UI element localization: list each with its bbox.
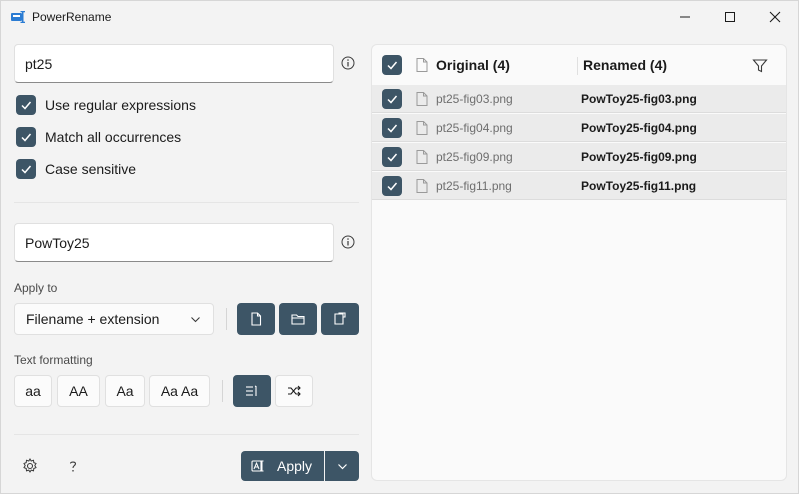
capitalize-label: Aa Aa <box>160 383 199 399</box>
lowercase-button[interactable]: aa <box>14 375 52 407</box>
search-input-value: pt25 <box>25 55 53 72</box>
file-icon <box>416 58 428 72</box>
separator <box>226 308 227 330</box>
checkmark-icon <box>21 165 32 174</box>
uppercase-button[interactable]: AA <box>57 375 100 407</box>
randomize-icon <box>288 385 301 397</box>
row-checkbox[interactable] <box>382 147 402 167</box>
filter-icon[interactable] <box>752 58 768 74</box>
file-icon <box>251 312 262 326</box>
help-icon[interactable] <box>65 458 81 474</box>
uppercase-label: AA <box>69 383 88 399</box>
list-header: Original (4) Renamed (4) <box>372 45 786 85</box>
include-subfolders-button[interactable] <box>321 303 359 335</box>
include-files-button[interactable] <box>237 303 275 335</box>
checkmark-icon <box>387 182 398 191</box>
chevron-down-icon <box>337 463 347 469</box>
row-checkbox[interactable] <box>382 176 402 196</box>
divider <box>14 202 359 203</box>
file-row[interactable]: pt25-fig04.png PowToy25-fig04.png <box>372 114 786 142</box>
randomize-toggle[interactable] <box>275 375 313 407</box>
checkmark-icon <box>21 133 32 142</box>
apply-button[interactable]: Apply <box>241 451 324 481</box>
gear-icon[interactable] <box>22 458 38 474</box>
maximize-button[interactable] <box>707 1 753 33</box>
renamed-filename: PowToy25-fig04.png <box>581 121 697 135</box>
file-list-panel: Original (4) Renamed (4) pt25-fig03.png … <box>371 44 787 481</box>
original-filename: pt25-fig04.png <box>436 121 513 135</box>
checkmark-icon <box>387 153 398 162</box>
text-formatting-label: Text formatting <box>14 353 93 367</box>
checkmark-icon <box>21 101 32 110</box>
case-sensitive-checkbox[interactable]: Case sensitive <box>16 159 136 179</box>
enumerate-items-icon <box>246 385 257 396</box>
separator <box>222 380 223 402</box>
original-filename: pt25-fig11.png <box>436 179 512 193</box>
checkmark-icon <box>387 61 398 70</box>
chevron-down-icon <box>191 317 200 323</box>
file-icon <box>416 179 428 193</box>
checkbox[interactable] <box>16 159 36 179</box>
subfolder-icon <box>334 312 346 325</box>
apply-options-dropdown[interactable] <box>325 451 359 481</box>
replace-input[interactable]: PowToy25 <box>14 223 334 262</box>
checkmark-icon <box>387 124 398 133</box>
maximize-icon <box>725 12 735 22</box>
file-row[interactable]: pt25-fig11.png PowToy25-fig11.png <box>372 172 786 200</box>
include-folders-button[interactable] <box>279 303 317 335</box>
case-sensitive-label: Case sensitive <box>45 161 137 177</box>
row-checkbox[interactable] <box>382 118 402 138</box>
checkbox[interactable] <box>16 95 36 115</box>
original-filename: pt25-fig03.png <box>436 92 513 106</box>
apply-to-dropdown[interactable]: Filename + extension <box>14 303 214 335</box>
original-filename: pt25-fig09.png <box>436 150 513 164</box>
original-column-header[interactable]: Original (4) <box>436 57 510 73</box>
column-separator <box>577 57 578 75</box>
enumerate-items-toggle[interactable] <box>233 375 271 407</box>
lowercase-label: aa <box>25 383 41 399</box>
rename-icon <box>251 460 264 472</box>
replace-input-value: PowToy25 <box>25 234 90 251</box>
match-all-checkbox[interactable]: Match all occurrences <box>16 127 181 147</box>
powerrename-window: PowerRename pt25 Use regular expressions… <box>0 0 799 494</box>
use-regex-checkbox[interactable]: Use regular expressions <box>16 95 196 115</box>
minimize-icon <box>680 16 690 18</box>
folder-icon <box>291 314 305 325</box>
title-bar: PowerRename <box>1 1 798 33</box>
minimize-button[interactable] <box>662 1 708 33</box>
select-all-checkbox[interactable] <box>382 55 402 75</box>
apply-to-label: Apply to <box>14 281 58 295</box>
checkmark-icon <box>387 95 398 104</box>
file-row[interactable]: pt25-fig09.png PowToy25-fig09.png <box>372 143 786 171</box>
file-icon <box>416 150 428 164</box>
apply-button-label: Apply <box>277 458 313 474</box>
use-regex-label: Use regular expressions <box>45 97 196 113</box>
renamed-filename: PowToy25-fig09.png <box>581 150 697 164</box>
file-row[interactable]: pt25-fig03.png PowToy25-fig03.png <box>372 85 786 113</box>
checkbox[interactable] <box>16 127 36 147</box>
match-all-label: Match all occurrences <box>45 129 182 145</box>
close-button[interactable] <box>752 1 798 33</box>
row-checkbox[interactable] <box>382 89 402 109</box>
info-icon[interactable] <box>341 235 355 249</box>
search-input[interactable]: pt25 <box>14 44 334 83</box>
powerrename-app-icon <box>11 11 25 23</box>
titlecase-label: Aa <box>116 383 134 399</box>
titlecase-button[interactable]: Aa <box>105 375 145 407</box>
renamed-filename: PowToy25-fig03.png <box>581 92 697 106</box>
apply-to-selected: Filename + extension <box>26 311 160 327</box>
renamed-filename: PowToy25-fig11.png <box>581 179 697 193</box>
capitalize-button[interactable]: Aa Aa <box>149 375 210 407</box>
file-icon <box>416 92 428 106</box>
file-icon <box>416 121 428 135</box>
renamed-column-header[interactable]: Renamed (4) <box>583 57 667 73</box>
close-icon <box>769 11 781 23</box>
info-icon[interactable] <box>341 56 355 70</box>
window-title: PowerRename <box>32 10 112 24</box>
divider <box>14 434 359 435</box>
